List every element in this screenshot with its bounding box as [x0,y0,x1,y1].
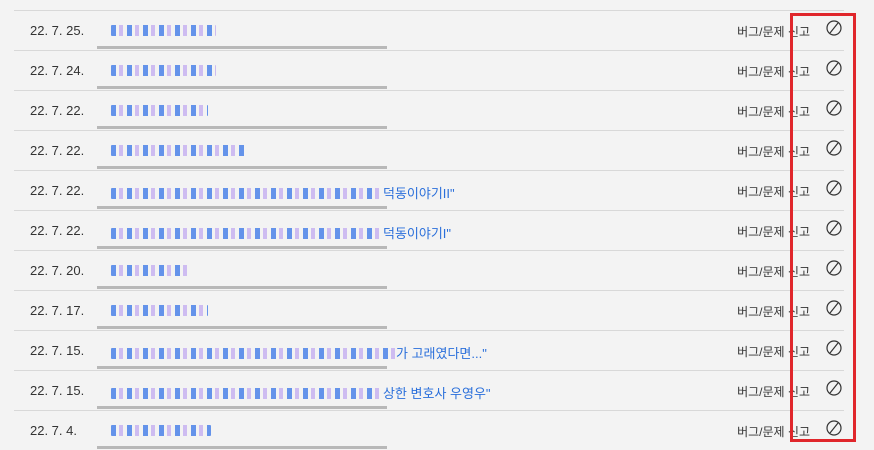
watch-date: 22. 7. 25. [30,23,85,38]
report-problem-link[interactable]: 버그/문제 신고 [737,223,810,240]
report-problem-link[interactable]: 버그/문제 신고 [737,63,810,80]
progress-bar [97,406,387,409]
block-icon[interactable] [826,60,842,76]
watch-date: 22. 7. 17. [30,303,85,318]
progress-bar [97,86,387,89]
report-problem-link[interactable]: 버그/문제 신고 [737,383,810,400]
progress-bar [97,246,387,249]
list-item: 22. 7. 24. 버그/문제 신고 [14,50,844,90]
list-item: 22. 7. 4. 버그/문제 신고 [14,410,844,450]
list-item: 22. 7. 22. 덕동이야기II" 버그/문제 신고 [14,170,844,210]
list-item: 22. 7. 22. 버그/문제 신고 [14,90,844,130]
block-icon[interactable] [826,180,842,196]
list-item: 22. 7. 15. 상한 변호사 우영우" 버그/문제 신고 [14,370,844,410]
report-problem-link[interactable]: 버그/문제 신고 [737,103,810,120]
list-item: 22. 7. 22. 버그/문제 신고 [14,130,844,170]
redacted-title [111,188,383,199]
title-link[interactable] [111,303,208,318]
redacted-title [111,145,246,156]
title-link[interactable]: 덕동이야기II" [111,183,455,202]
progress-bar [97,286,387,289]
watch-date: 22. 7. 4. [30,423,77,438]
redacted-title [111,65,216,76]
progress-bar [97,446,387,449]
block-icon[interactable] [826,220,842,236]
redacted-title [111,228,383,239]
list-item: 22. 7. 17. 버그/문제 신고 [14,290,844,330]
block-icon[interactable] [826,340,842,356]
report-problem-link[interactable]: 버그/문제 신고 [737,303,810,320]
redacted-title [111,25,216,36]
redacted-title [111,305,208,316]
progress-bar [97,206,387,209]
redacted-title [111,388,383,399]
progress-bar [97,166,387,169]
watch-date: 22. 7. 15. [30,383,85,398]
block-icon[interactable] [826,140,842,156]
block-icon[interactable] [826,260,842,276]
viewing-history-list: 22. 7. 25. 버그/문제 신고 22. 7. 24. 버그/문제 신고 … [14,10,844,450]
report-problem-link[interactable]: 버그/문제 신고 [737,143,810,160]
block-icon[interactable] [826,300,842,316]
watch-date: 22. 7. 22. [30,143,85,158]
watch-date: 22. 7. 20. [30,263,85,278]
report-problem-link[interactable]: 버그/문제 신고 [737,23,810,40]
report-problem-link[interactable]: 버그/문제 신고 [737,343,810,360]
redacted-title [111,265,191,276]
watch-date: 22. 7. 22. [30,183,85,198]
title-link[interactable]: 상한 변호사 우영우" [111,383,491,402]
block-icon[interactable] [826,420,842,436]
watch-date: 22. 7. 15. [30,343,85,358]
title-link[interactable] [111,263,191,278]
block-icon[interactable] [826,100,842,116]
title-link[interactable] [111,103,208,118]
redacted-title [111,105,208,116]
progress-bar [97,326,387,329]
progress-bar [97,366,387,369]
title-link[interactable] [111,63,216,78]
title-link[interactable] [111,423,211,438]
title-link[interactable] [111,143,246,158]
report-problem-link[interactable]: 버그/문제 신고 [737,183,810,200]
progress-bar [97,126,387,129]
watch-date: 22. 7. 22. [30,223,85,238]
title-link[interactable]: 가 고래였다면..." [111,343,487,362]
list-item: 22. 7. 20. 버그/문제 신고 [14,250,844,290]
title-link[interactable]: 덕동이야기I" [111,223,451,242]
block-icon[interactable] [826,20,842,36]
report-problem-link[interactable]: 버그/문제 신고 [737,263,810,280]
list-item: 22. 7. 22. 덕동이야기I" 버그/문제 신고 [14,210,844,250]
progress-bar [97,46,387,49]
redacted-title [111,348,396,359]
watch-date: 22. 7. 24. [30,63,85,78]
title-link[interactable] [111,23,216,38]
list-item: 22. 7. 25. 버그/문제 신고 [14,10,844,50]
watch-date: 22. 7. 22. [30,103,85,118]
report-problem-link[interactable]: 버그/문제 신고 [737,423,810,440]
block-icon[interactable] [826,380,842,396]
list-item: 22. 7. 15. 가 고래였다면..." 버그/문제 신고 [14,330,844,370]
redacted-title [111,425,211,436]
